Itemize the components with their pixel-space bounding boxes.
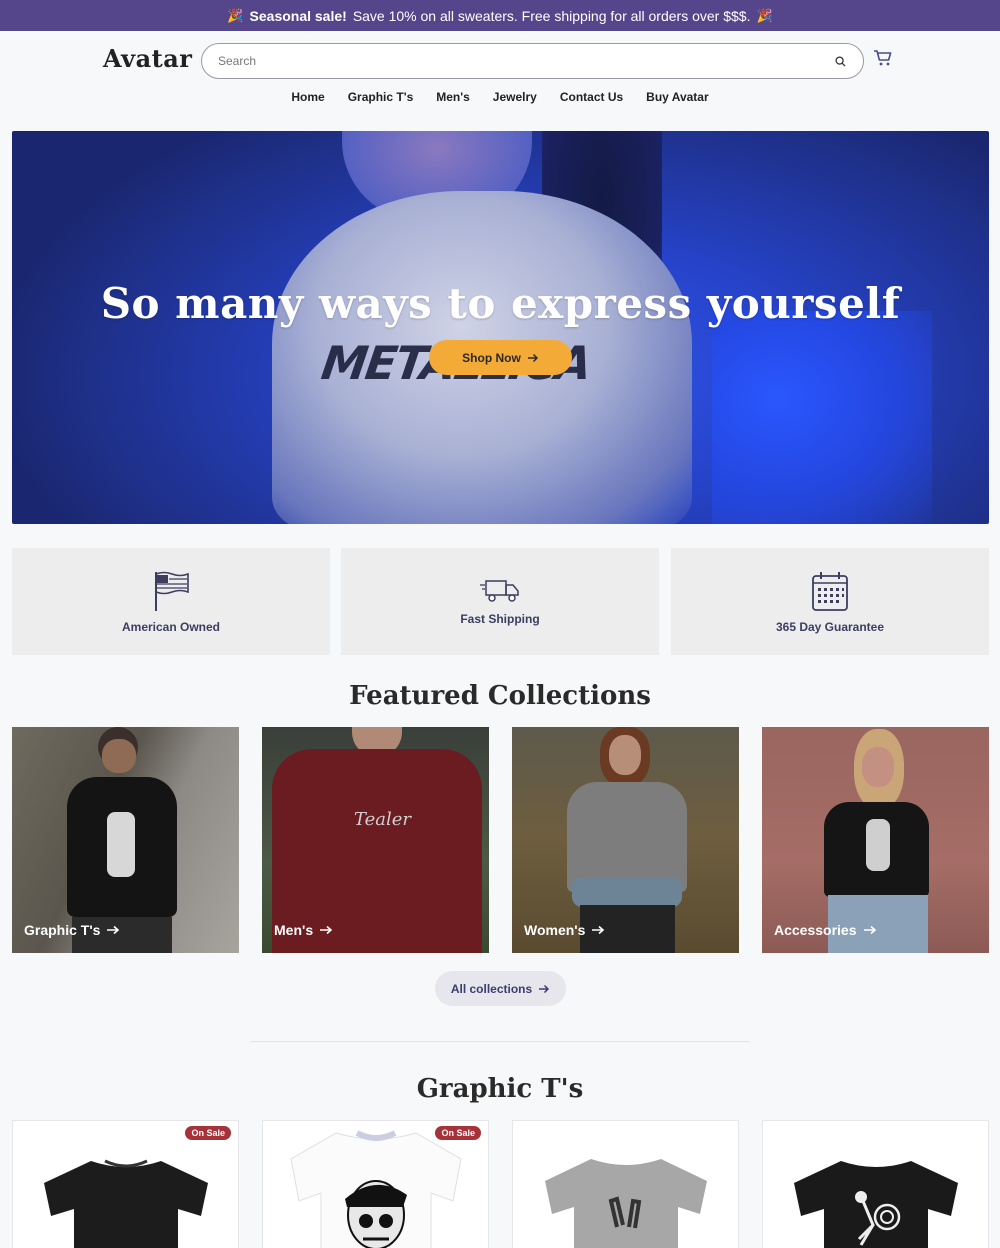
product-card[interactable] [762,1120,989,1248]
shop-now-label: Shop Now [462,350,521,365]
collection-card-mens[interactable]: Tealer Men's [262,727,489,953]
arrow-right-icon [320,925,333,935]
search-input[interactable] [218,54,833,68]
all-collections-label: All collections [450,981,533,996]
collection-label: Men's [274,922,314,938]
tied-jacket [572,877,682,907]
product-image-skeleton-guitar-tee [794,1161,958,1248]
party-emoji-left: 🎉 [227,7,244,23]
arrow-right-icon [863,925,876,935]
section-divider [250,1041,750,1042]
flag-icon [155,571,189,611]
arrow-right-icon [107,925,120,935]
shirt-script-print: Tealer [354,809,412,830]
collection-card-graphic-tees[interactable]: Graphic T's [12,727,239,953]
party-emoji-right: 🎉 [756,7,773,23]
all-collections-button[interactable]: All collections [435,971,566,1006]
arrow-right-icon [527,353,538,362]
collection-label: Women's [524,922,586,938]
product-image-grey-tee [545,1159,707,1248]
nav-jewelry[interactable]: Jewelry [493,90,537,104]
product-card[interactable]: On Sale [262,1120,489,1248]
feature-fast-shipping: Fast Shipping [341,548,659,655]
search-icon[interactable] [833,54,847,68]
nav-buy-avatar[interactable]: Buy Avatar [646,90,708,104]
main-nav: Home Graphic T's Men's Jewelry Contact U… [0,90,1000,104]
feature-label: 365 Day Guarantee [775,619,885,634]
cart-icon[interactable] [873,49,895,69]
model-face [862,747,894,787]
nav-mens[interactable]: Men's [436,90,470,104]
shop-now-button[interactable]: Shop Now [429,340,572,375]
feature-label: American Owned [121,619,221,634]
featured-collections-title: Featured Collections [349,681,651,711]
product-card[interactable]: On Sale [12,1120,239,1248]
product-image-black-tee [44,1159,208,1248]
feature-guarantee: 365 Day Guarantee [671,548,989,655]
hero-model-arm [712,311,932,524]
skeleton-hand-print [107,812,135,877]
hero-banner: METALLICA So many ways to express yourse… [12,131,989,524]
announcement-text: Save 10% on all sweaters. Free shipping … [352,7,751,24]
product-image-skull-tee [290,1130,462,1248]
truck-icon [480,579,519,602]
collection-label: Accessories [774,922,857,938]
collection-card-womens[interactable]: Women's [512,727,739,953]
announcement-bar: 🎉 Seasonal sale! Save 10% on all sweater… [0,0,1000,31]
arrow-right-icon [539,984,550,993]
nav-graphic-tees[interactable]: Graphic T's [348,90,414,104]
nav-home[interactable]: Home [291,90,324,104]
nav-contact-us[interactable]: Contact Us [560,90,623,104]
graphic-tees-title: Graphic T's [416,1074,584,1104]
arrow-right-icon [592,925,605,935]
model-face [102,739,136,773]
hero-heading: So many ways to express yourself [100,279,901,328]
collection-label: Graphic T's [24,922,101,938]
feature-american-owned: American Owned [12,548,330,655]
search-bar [201,43,864,79]
store-logo[interactable]: Avatar [103,44,192,73]
announcement-bold: Seasonal sale! [249,7,347,24]
model-face [609,735,641,775]
model-shirt [567,782,687,892]
calendar-icon [812,571,848,611]
product-card[interactable] [512,1120,739,1248]
feature-label: Fast Shipping [460,611,540,626]
skeleton-hand-print [866,819,890,871]
collection-card-accessories[interactable]: Accessories [762,727,989,953]
